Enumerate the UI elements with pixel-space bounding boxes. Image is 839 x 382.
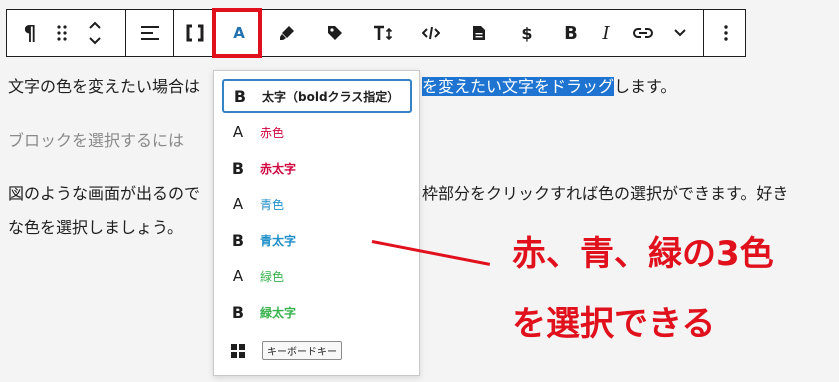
highlighter-icon[interactable] (269, 10, 305, 56)
paragraph-1[interactable]: 文字の色を変えたい場合は (8, 70, 200, 104)
para3-text-start: 図のような画面が出るので (8, 184, 201, 203)
text-color-format-icon: A (232, 123, 244, 141)
dropdown-item-label: 緑太字 (260, 305, 297, 320)
text-size-icon[interactable] (365, 10, 401, 56)
text-color-format-icon: A (232, 267, 244, 285)
brackets-icon[interactable] (177, 10, 213, 56)
bold-icon: B (564, 22, 578, 44)
paragraph-1-continued[interactable]: を変えたい文字をドラッグします。 (422, 70, 676, 104)
dropdown-item-keyboard[interactable]: キーボードキー (222, 333, 412, 367)
keyboard-key-label: キーボードキー (262, 340, 342, 360)
paragraph-3-line-2[interactable]: な色を選択しましょう。 (8, 211, 183, 245)
para3-line2-text: な色を選択しましょう。 (8, 218, 184, 237)
italic-icon: I (602, 22, 610, 44)
dropdown-item-blue-bold[interactable]: B 青太字 (222, 223, 412, 257)
bold-format-icon: B (233, 86, 247, 106)
dropdown-item-blue[interactable]: A 青色 (222, 187, 412, 221)
paragraph-3-line-1-right[interactable]: 枠部分をクリックすれば色の選択ができます。好き (422, 177, 788, 211)
bold-format-icon: B (231, 158, 245, 178)
dropdown-item-label: 赤太字 (260, 161, 297, 176)
annotation-highlight-box (212, 8, 262, 58)
para3-text-end: 枠部分をクリックすれば色の選択ができます。好き (422, 184, 789, 203)
text-format-dropdown: B 太字（boldクラス指定） A 赤色 B 赤太字 A 青色 B 青太字 A … (213, 70, 420, 376)
dropdown-item-label: 赤色 (260, 125, 285, 140)
dropdown-item-label: 青太字 (260, 233, 297, 248)
selected-text: を変えたい文字をドラッグ (422, 77, 615, 96)
para2-text: ブロックを選択するには (8, 131, 185, 150)
pilcrow-icon[interactable]: ¶ (15, 10, 45, 56)
paragraph-2[interactable]: ブロックを選択するには (8, 124, 184, 158)
code-icon[interactable] (413, 10, 449, 56)
drag-handle-icon[interactable] (51, 10, 73, 56)
toolbar-separator (125, 10, 126, 56)
bold-format-icon: B (231, 302, 245, 322)
italic-button[interactable]: I (591, 10, 621, 56)
block-toolbar: ¶ A $ B I (6, 9, 746, 57)
dropdown-item-red[interactable]: A 赤色 (222, 115, 412, 149)
dropdown-item-label: 青色 (260, 197, 285, 212)
toolbar-separator (703, 10, 704, 56)
dropdown-item-label: 緑色 (260, 269, 285, 284)
toolbar-separator (173, 10, 174, 56)
move-up-down-icon[interactable] (83, 10, 107, 56)
tag-icon[interactable] (317, 10, 353, 56)
link-icon[interactable] (625, 10, 661, 56)
para1-text-end: します。 (614, 77, 677, 96)
document-icon[interactable] (461, 10, 497, 56)
dropdown-item-green[interactable]: A 緑色 (222, 259, 412, 293)
blocks-grid-icon (222, 341, 254, 359)
bold-format-icon: B (231, 230, 245, 250)
align-icon[interactable] (133, 10, 167, 56)
dropdown-item-label: 太字（boldクラス指定） (262, 89, 400, 104)
more-options-icon[interactable] (711, 10, 741, 56)
dropdown-item-green-bold[interactable]: B 緑太字 (222, 295, 412, 329)
dropdown-item-red-bold[interactable]: B 赤太字 (222, 151, 412, 185)
text-color-format-icon: A (232, 195, 244, 213)
para1-text-start: 文字の色を変えたい場合は (8, 77, 201, 96)
annotation-text-line1: 赤、青、緑の3色 (512, 234, 774, 274)
dollar-icon[interactable]: $ (509, 10, 545, 56)
annotation-text-line2: を選択できる (512, 304, 716, 344)
chevron-down-icon[interactable] (663, 10, 697, 56)
bold-button[interactable]: B (553, 10, 589, 56)
paragraph-3-line-1-left[interactable]: 図のような画面が出るので (8, 177, 200, 211)
dropdown-item-bold[interactable]: B 太字（boldクラス指定） (222, 79, 412, 113)
